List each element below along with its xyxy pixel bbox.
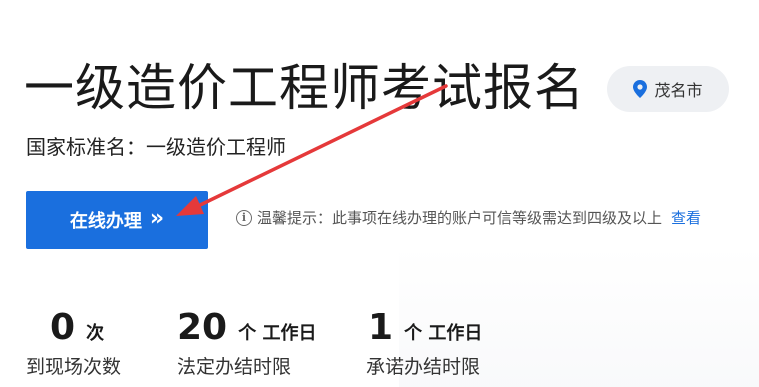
stat-visits: 0 次: [50, 308, 104, 348]
stat-legal-limit-unit: 个 工作日: [238, 323, 317, 344]
info-circle-icon: i: [236, 209, 252, 226]
online-apply-label: 在线办理: [69, 211, 142, 232]
location-pin-icon: [633, 80, 648, 98]
stat-promised-limit: 1 个 工作日: [368, 308, 482, 348]
stat-visits-value: 0: [50, 307, 76, 348]
standard-name: 国家标准名：一级造价工程师: [26, 135, 286, 159]
location-selector[interactable]: 茂名市: [607, 66, 729, 112]
stat-visits-unit: 次: [86, 323, 105, 344]
location-label: 茂名市: [654, 81, 703, 100]
double-chevron-right-icon: »: [149, 206, 165, 231]
stat-promised-limit-label: 承诺办结时限: [366, 356, 481, 378]
stat-promised-limit-unit: 个 工作日: [404, 323, 483, 344]
stat-visits-label: 到现场次数: [26, 356, 122, 378]
stat-legal-limit: 20 个 工作日: [177, 308, 316, 348]
stat-legal-limit-value: 20: [177, 307, 228, 348]
tip-notice: i 温馨提示：此事项在线办理的账户可信等级需达到四级及以上 查看: [236, 207, 701, 228]
page-title: 一级造价工程师考试报名: [24, 59, 585, 117]
online-apply-button[interactable]: 在线办理 »: [26, 191, 208, 249]
stat-legal-limit-label: 法定办结时限: [177, 356, 292, 378]
tip-text: 温馨提示：此事项在线办理的账户可信等级需达到四级及以上: [257, 209, 663, 227]
tip-view-link[interactable]: 查看: [671, 207, 701, 228]
stat-promised-limit-value: 1: [368, 307, 394, 348]
